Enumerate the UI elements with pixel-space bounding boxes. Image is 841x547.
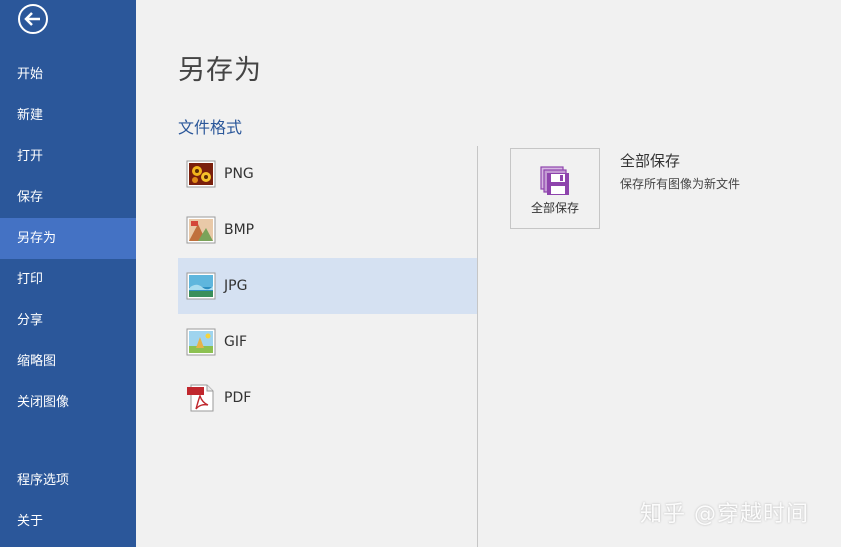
sidebar-item-save[interactable]: 保存: [0, 177, 136, 218]
sidebar: 开始 新建 打开 保存 另存为 打印 分享 缩略图 关闭图像 程序选项 关于: [0, 0, 136, 547]
sidebar-item-save-as[interactable]: 另存为: [0, 218, 136, 259]
sidebar-item-start[interactable]: 开始: [0, 54, 136, 95]
sidebar-item-new[interactable]: 新建: [0, 95, 136, 136]
page-title: 另存为: [178, 55, 262, 86]
section-title: 文件格式: [178, 118, 243, 137]
save-all-tile-label: 全部保存: [530, 201, 579, 215]
sidebar-item-options[interactable]: 程序选项: [0, 460, 136, 501]
format-item-jpg[interactable]: JPG: [178, 258, 477, 314]
format-label-png: PNG: [224, 166, 254, 182]
vertical-divider: [477, 146, 478, 547]
jpg-icon: [186, 272, 216, 300]
save-all-description: 保存所有图像为新文件: [620, 177, 741, 191]
sidebar-item-thumbnails[interactable]: 缩略图: [0, 341, 136, 382]
watermark: 知乎 @穿越时间: [640, 502, 809, 527]
format-item-bmp[interactable]: BMP: [178, 202, 477, 258]
format-item-pdf[interactable]: PDF: [178, 370, 477, 426]
sidebar-item-share[interactable]: 分享: [0, 300, 136, 341]
bmp-icon: [186, 216, 216, 244]
save-as-screen: 开始 新建 打开 保存 另存为 打印 分享 缩略图 关闭图像 程序选项 关于 另…: [0, 0, 841, 547]
format-list: PNG BMP JPG GIF PDF: [178, 146, 477, 426]
back-button[interactable]: [17, 3, 49, 35]
gif-icon: [186, 328, 216, 356]
format-label-jpg: JPG: [224, 278, 248, 294]
pdf-icon: [186, 384, 216, 412]
format-label-gif: GIF: [224, 334, 248, 350]
sidebar-item-close-image[interactable]: 关闭图像: [0, 382, 136, 423]
format-item-gif[interactable]: GIF: [178, 314, 477, 370]
save-all-title: 全部保存: [620, 152, 681, 170]
format-label-bmp: BMP: [224, 222, 255, 238]
back-arrow-icon: [18, 4, 48, 34]
save-all-button[interactable]: 全部保存: [510, 148, 600, 229]
png-icon: [186, 160, 216, 188]
sidebar-item-about[interactable]: 关于: [0, 501, 136, 542]
format-item-png[interactable]: PNG: [178, 146, 477, 202]
format-label-pdf: PDF: [224, 390, 252, 406]
save-all-icon: [539, 165, 573, 197]
sidebar-item-print[interactable]: 打印: [0, 259, 136, 300]
sidebar-item-open[interactable]: 打开: [0, 136, 136, 177]
